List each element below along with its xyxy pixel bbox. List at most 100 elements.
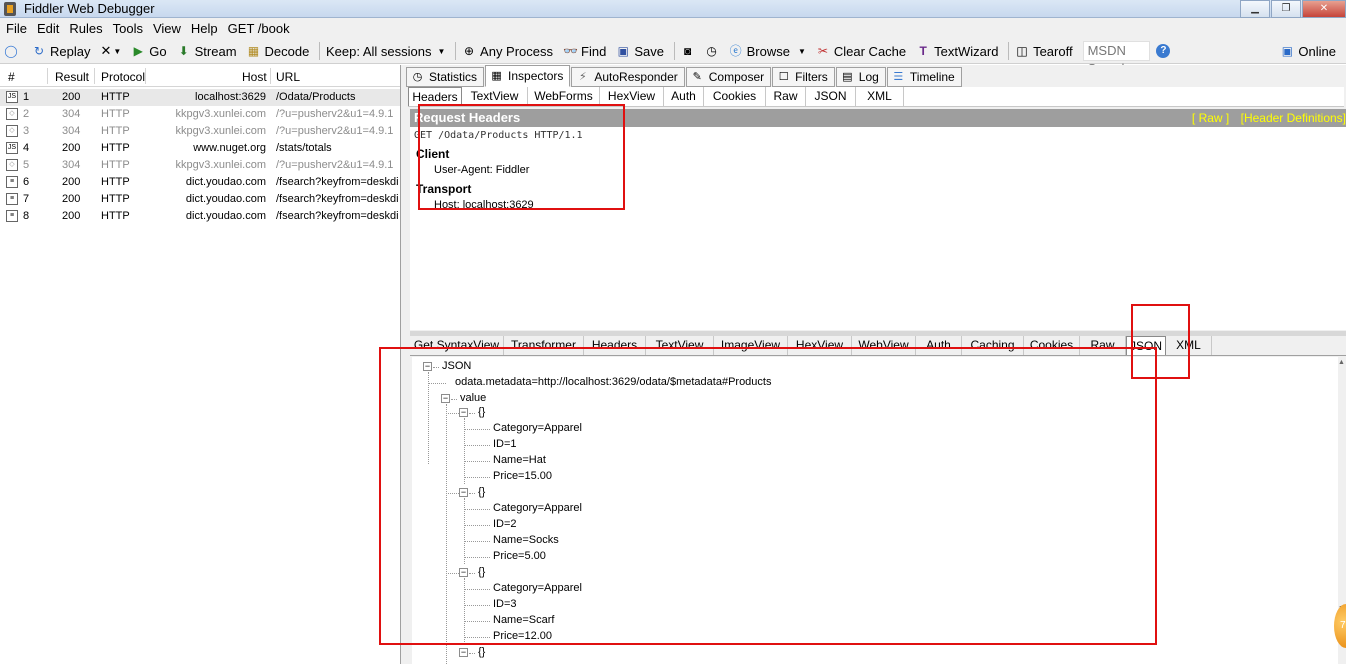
keep-sessions-dropdown[interactable]: Keep: All sessions ▼: [326, 44, 445, 59]
tab-filters[interactable]: ☐ Filters: [772, 67, 835, 87]
json-metadata-node[interactable]: odata.metadata=http://localhost:3629/oda…: [455, 376, 771, 388]
resp-tab-textview[interactable]: TextView: [646, 336, 714, 355]
stream-button[interactable]: ⬇ Stream: [177, 44, 237, 59]
tab-autoresponder[interactable]: ⚡ AutoResponder: [571, 67, 685, 87]
tab-inspectors[interactable]: ▦ Inspectors: [485, 65, 571, 87]
session-row[interactable]: ≡ 6 200 HTTP dict.youdao.com/fsearch?keyfrom…: [0, 174, 400, 191]
resp-tab-caching[interactable]: Caching: [962, 336, 1024, 355]
timer-button[interactable]: ◷: [705, 44, 723, 58]
msdn-search-input[interactable]: MSDN Search...: [1082, 41, 1151, 76]
json-value-node[interactable]: value: [460, 392, 486, 404]
find-button[interactable]: 👓 Find: [563, 44, 606, 59]
req-tab-headers[interactable]: Headers: [408, 87, 462, 106]
json-property-node[interactable]: Price=12.00: [493, 630, 552, 642]
req-tab-textview[interactable]: TextView: [462, 87, 528, 106]
menu-rules[interactable]: Rules: [69, 21, 102, 36]
header-definitions-link[interactable]: [Header Definitions]: [1241, 111, 1346, 125]
tree-connector: [464, 589, 490, 590]
resp-tab-cookies[interactable]: Cookies: [1024, 336, 1080, 355]
session-row[interactable]: ◇ 5 304 HTTP kkpgv3.xunlei.com /?u=pusherv2&u…: [0, 157, 400, 174]
json-property-node[interactable]: ID=3: [493, 598, 517, 610]
collapse-toggle-icon[interactable]: −: [459, 568, 468, 577]
collapse-toggle-icon[interactable]: −: [459, 648, 468, 657]
json-property-node[interactable]: Category=Apparel: [493, 502, 582, 514]
scroll-up-icon[interactable]: ▲: [1338, 359, 1346, 371]
req-tab-cookies[interactable]: Cookies: [704, 87, 766, 106]
menu-tools[interactable]: Tools: [113, 21, 143, 36]
column-result[interactable]: Result: [55, 70, 89, 84]
clear-cache-button[interactable]: ✂ Clear Cache: [816, 44, 906, 59]
tab-log[interactable]: ▤ Log: [835, 67, 886, 87]
decode-button[interactable]: ▦ Decode: [247, 44, 309, 59]
session-row[interactable]: JS 1 200 HTTP localhost:3629/Odata/Products: [0, 89, 400, 106]
json-object-node[interactable]: {}: [478, 406, 485, 418]
resp-tab-xml[interactable]: XML: [1166, 336, 1212, 355]
session-row[interactable]: ≡ 8 200 HTTP dict.youdao.com/fsearch?keyfrom…: [0, 208, 400, 225]
tab-statistics[interactable]: ◷ Statistics: [406, 67, 485, 87]
json-property-node[interactable]: ID=2: [493, 518, 517, 530]
column-protocol[interactable]: Protocol: [101, 70, 145, 84]
json-object-node[interactable]: {}: [478, 566, 485, 578]
json-property-node[interactable]: Price=5.00: [493, 550, 546, 562]
resp-tab-syntaxview[interactable]: Get SyntaxView: [410, 336, 504, 355]
collapse-toggle-icon[interactable]: −: [441, 394, 450, 403]
tab-timeline[interactable]: ☰ Timeline: [886, 67, 962, 87]
screenshot-button[interactable]: ◙: [681, 44, 699, 58]
raw-link[interactable]: [ Raw ]: [1192, 111, 1229, 125]
json-property-node[interactable]: Price=15.00: [493, 470, 552, 482]
collapse-toggle-icon[interactable]: −: [459, 408, 468, 417]
session-row[interactable]: ◇ 3 304 HTTP kkpgv3.xunlei.com /?u=pusherv2&u…: [0, 123, 400, 140]
menu-view[interactable]: View: [153, 21, 181, 36]
menu-file[interactable]: File: [6, 21, 27, 36]
json-object-node[interactable]: {}: [478, 646, 485, 658]
tearoff-button[interactable]: ◫ Tearoff: [1015, 44, 1072, 59]
tab-composer[interactable]: ✎ Composer: [685, 67, 772, 87]
textwizard-button[interactable]: T TextWizard: [916, 44, 998, 59]
menu-help[interactable]: Help: [191, 21, 218, 36]
maximize-button[interactable]: ❐: [1271, 0, 1301, 18]
menu-edit[interactable]: Edit: [37, 21, 59, 36]
menu-get-book[interactable]: GET /book: [228, 21, 290, 36]
json-property-node[interactable]: Name=Hat: [493, 454, 546, 466]
req-tab-raw[interactable]: Raw: [766, 87, 806, 106]
column-url[interactable]: URL: [276, 70, 300, 84]
column-num[interactable]: #: [8, 70, 15, 84]
req-tab-hexview[interactable]: HexView: [600, 87, 664, 106]
any-process-button[interactable]: ⊕ Any Process: [462, 44, 553, 59]
browse-button[interactable]: ⓔ Browse ▼: [729, 44, 806, 59]
resp-tab-raw[interactable]: Raw: [1080, 336, 1126, 355]
json-object-node[interactable]: {}: [478, 486, 485, 498]
go-button[interactable]: ▶ Go: [131, 44, 167, 59]
collapse-toggle-icon[interactable]: −: [459, 488, 468, 497]
session-row[interactable]: ◇ 2 304 HTTP kkpgv3.xunlei.com /?u=pusherv2&u…: [0, 106, 400, 123]
comment-button[interactable]: ◯: [4, 44, 22, 58]
column-host[interactable]: Host: [242, 70, 267, 84]
json-property-node[interactable]: Name=Scarf: [493, 614, 554, 626]
req-tab-json[interactable]: JSON: [806, 87, 856, 106]
resp-tab-webview[interactable]: WebView: [852, 336, 916, 355]
resp-tab-transformer[interactable]: Transformer: [504, 336, 584, 355]
json-property-node[interactable]: Category=Apparel: [493, 422, 582, 434]
help-button[interactable]: ?: [1156, 44, 1174, 58]
session-row[interactable]: JS 4 200 HTTP www.nuget.org/stats/totals: [0, 140, 400, 157]
req-tab-auth[interactable]: Auth: [664, 87, 704, 106]
minimize-button[interactable]: ▁: [1240, 0, 1270, 18]
close-button[interactable]: ✕: [1302, 0, 1346, 18]
save-button[interactable]: ▣ Save: [616, 44, 664, 59]
remove-button[interactable]: ✕ ▼: [100, 43, 121, 59]
json-property-node[interactable]: Category=Apparel: [493, 582, 582, 594]
session-row[interactable]: ≡ 7 200 HTTP dict.youdao.com/fsearch?keyfrom…: [0, 191, 400, 208]
resp-tab-auth[interactable]: Auth: [916, 336, 962, 355]
resp-tab-hexview[interactable]: HexView: [788, 336, 852, 355]
resp-tab-imageview[interactable]: ImageView: [714, 336, 788, 355]
req-tab-xml[interactable]: XML: [856, 87, 904, 106]
resp-tab-json[interactable]: JSON: [1126, 336, 1166, 355]
json-property-node[interactable]: ID=1: [493, 438, 517, 450]
json-root-node[interactable]: JSON: [442, 360, 471, 372]
resp-tab-headers[interactable]: Headers: [584, 336, 646, 355]
json-property-node[interactable]: Name=Socks: [493, 534, 559, 546]
replay-button[interactable]: ↻ Replay: [32, 44, 91, 59]
online-indicator[interactable]: ▣ Online: [1280, 44, 1336, 59]
req-tab-webforms[interactable]: WebForms: [528, 87, 600, 106]
collapse-toggle-icon[interactable]: −: [423, 362, 432, 371]
